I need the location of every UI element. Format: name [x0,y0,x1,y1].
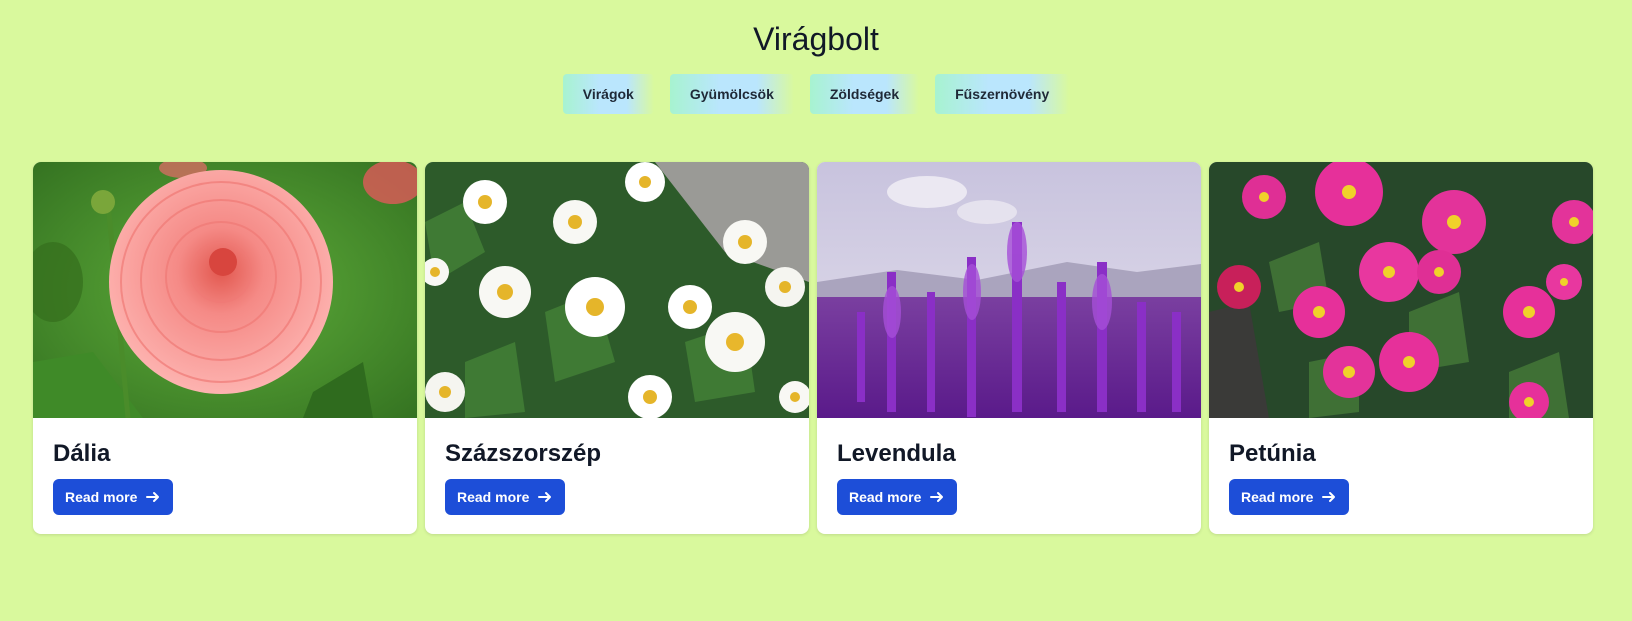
petunia-image [1209,162,1593,418]
button-label: Read more [1241,489,1314,505]
read-more-button[interactable]: Read more [1229,479,1350,515]
card-title: Petúnia [1229,440,1316,467]
arrow-right-icon [1322,492,1336,502]
button-label: Read more [849,489,922,505]
arrow-right-icon [146,492,160,502]
card-grid: Dália Read more Százszorszép Read more L… [33,162,1593,534]
product-card: Petúnia Read more [1209,162,1593,534]
button-label: Read more [457,489,530,505]
tab-fuszernoveny[interactable]: Fűszernövény [935,74,1070,114]
card-title: Dália [53,440,111,467]
card-title: Levendula [837,440,956,467]
tab-viragok[interactable]: Virágok [562,74,654,114]
lavender-image [817,162,1201,418]
arrow-right-icon [930,492,944,502]
dahlia-image [33,162,417,418]
tab-zoldsegek[interactable]: Zöldségek [809,74,920,114]
product-card: Dália Read more [33,162,417,534]
page-title: Virágbolt [753,21,879,58]
arrow-right-icon [538,492,552,502]
card-title: Százszorszép [445,440,602,467]
daisy-image [425,162,809,418]
product-card: Százszorszép Read more [425,162,809,534]
category-tabs: Virágok Gyümölcsök Zöldségek Fűszernövén… [0,74,1632,114]
tab-gyumolcsok[interactable]: Gyümölcsök [669,74,794,114]
product-card: Levendula Read more [817,162,1201,534]
button-label: Read more [65,489,138,505]
read-more-button[interactable]: Read more [53,479,174,515]
read-more-button[interactable]: Read more [837,479,958,515]
read-more-button[interactable]: Read more [445,479,566,515]
